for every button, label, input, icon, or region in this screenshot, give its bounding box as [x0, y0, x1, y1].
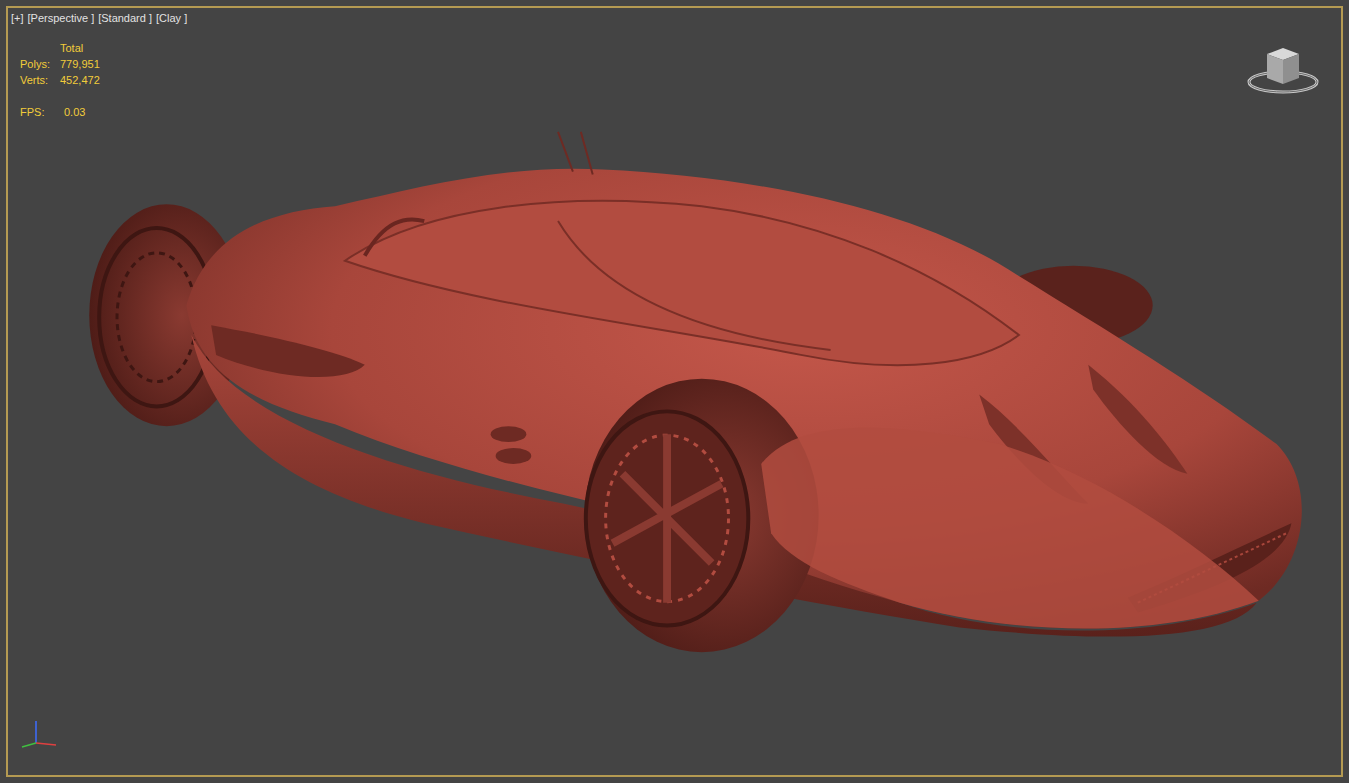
viewport-labels: [+] [Perspective ][Standard ][Clay ]: [11, 10, 187, 26]
stats-value: 779,951: [60, 56, 100, 72]
stats-label: Verts:: [20, 72, 60, 88]
stats-label: Polys:: [20, 56, 60, 72]
viewport[interactable]: [+] [Perspective ][Standard ][Clay ] Tota…: [6, 6, 1343, 777]
viewcube-icon[interactable]: [1243, 38, 1323, 98]
fps-label: FPS:: [20, 104, 60, 120]
viewport-frame: [+] [Perspective ][Standard ][Clay ] Tota…: [0, 0, 1349, 783]
statistics: TotalPolys:779,951Verts:452,472FPS:0.03: [20, 40, 100, 120]
axis-tripod-icon: [14, 717, 62, 751]
viewport-label[interactable]: [+]: [11, 10, 24, 26]
stats-header: Total: [60, 40, 100, 56]
stats-value: 452,472: [60, 72, 100, 88]
fps-value: 0.03: [60, 104, 100, 120]
viewport-label[interactable]: [Clay ]: [156, 10, 187, 26]
car-model[interactable]: [8, 8, 1341, 777]
viewport-label[interactable]: [Standard ]: [98, 10, 152, 26]
stats-spacer: [20, 40, 60, 56]
viewport-label[interactable]: [Perspective ]: [28, 10, 95, 26]
